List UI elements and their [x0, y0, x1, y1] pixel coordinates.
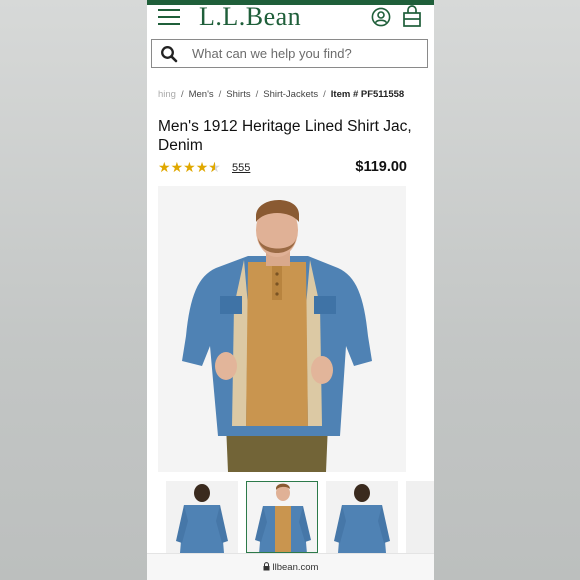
breadcrumb-separator: /: [218, 89, 222, 100]
star-full-icon: ★: [183, 159, 196, 175]
product-price: $119.00: [355, 159, 407, 175]
url-text: llbean.com: [272, 562, 319, 573]
phone-screen: L.L.Bean What can we help you find? hing…: [147, 0, 434, 580]
review-count-link[interactable]: 555: [232, 162, 250, 174]
product-thumbnail[interactable]: [326, 481, 398, 553]
thumbnail-partial-image: [406, 481, 434, 553]
brand-logo[interactable]: L.L.Bean: [199, 2, 301, 32]
thumbnail-back-view-alt-image: [326, 481, 398, 553]
shopping-bag-icon[interactable]: [401, 5, 423, 28]
search-placeholder: What can we help you find?: [192, 46, 352, 61]
star-full-icon: ★: [170, 159, 184, 175]
background-right: [434, 0, 580, 580]
breadcrumb-link[interactable]: Shirts: [226, 89, 250, 100]
url-display: llbean.com: [147, 562, 434, 573]
model-wearing-shirt-jac-image: [158, 186, 406, 472]
browser-url-bar[interactable]: llbean.com: [147, 553, 434, 580]
lock-icon: [263, 562, 270, 571]
product-title: Men's 1912 Heritage Lined Shirt Jac, Den…: [158, 118, 412, 154]
search-input[interactable]: What can we help you find?: [151, 39, 428, 68]
account-icon[interactable]: [371, 7, 391, 27]
star-half-icon: ★: [208, 159, 221, 175]
search-icon[interactable]: [160, 45, 178, 63]
hamburger-menu-icon[interactable]: [158, 9, 180, 25]
product-main-image[interactable]: [158, 186, 406, 472]
breadcrumb-separator: /: [323, 89, 326, 100]
star-rating[interactable]: ★★★★★: [158, 159, 221, 176]
product-thumbnail[interactable]: [166, 481, 238, 553]
site-header: L.L.Bean: [147, 2, 434, 35]
breadcrumb-link[interactable]: hing: [158, 89, 176, 100]
breadcrumb: hing / Men's / Shirts / Shirt-Jackets / Item # P…: [158, 89, 404, 100]
thumbnail-front-view-image: [247, 482, 317, 552]
background-left: [0, 0, 147, 580]
thumbnail-strip: [158, 481, 434, 553]
breadcrumb-link[interactable]: Shirt-Jackets: [263, 89, 318, 100]
star-full-icon: ★: [195, 159, 209, 175]
breadcrumb-separator: /: [255, 89, 259, 100]
star-full-icon: ★: [158, 159, 171, 175]
breadcrumb-separator: /: [180, 89, 184, 100]
product-thumbnail-selected[interactable]: [246, 481, 318, 553]
thumbnail-back-view-image: [166, 481, 238, 553]
item-number: Item # PF511558: [330, 89, 405, 100]
breadcrumb-link[interactable]: Men's: [189, 89, 214, 100]
product-thumbnail-partial[interactable]: [406, 481, 434, 553]
